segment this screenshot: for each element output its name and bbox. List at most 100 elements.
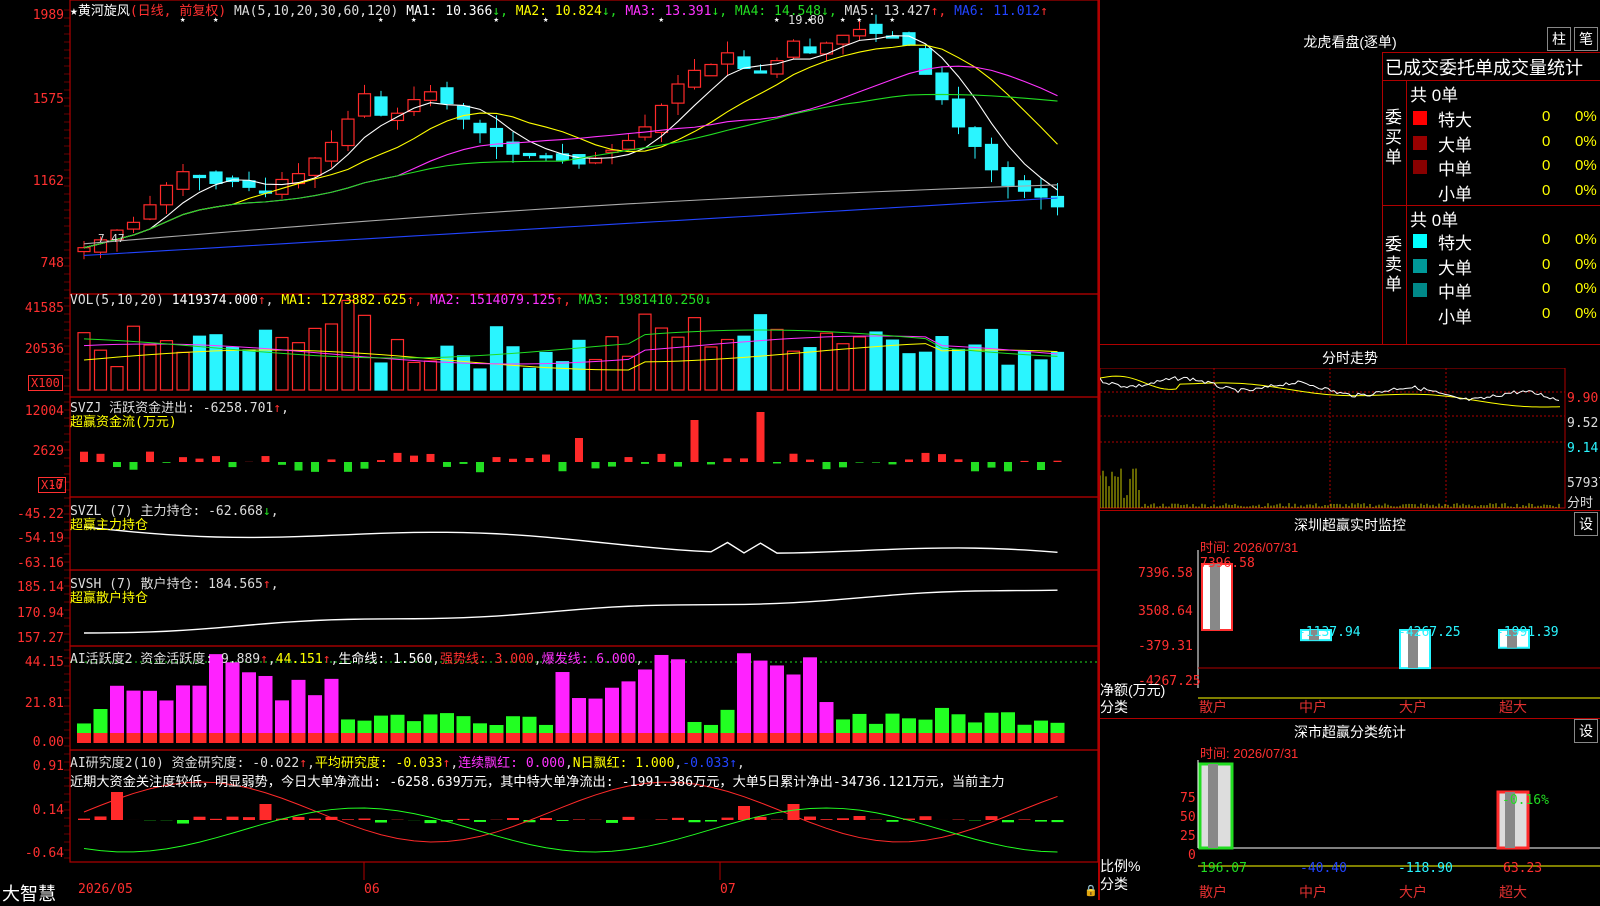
flow-bar [872, 462, 880, 463]
candle-body [672, 84, 684, 103]
activity-bar [638, 669, 652, 743]
candle-body [177, 172, 189, 190]
flow-bar [823, 462, 831, 469]
volume-bar [986, 329, 998, 390]
intraday-chart[interactable] [1100, 368, 1600, 510]
activity-base [457, 733, 471, 743]
research-bar [359, 818, 371, 820]
research-bar [573, 819, 585, 820]
research-bar [375, 820, 387, 823]
flow-bar [394, 453, 402, 462]
svzj-unit-badge[interactable]: X10 [38, 477, 66, 493]
legend-item: MA2: 1514079.125 [422, 293, 555, 308]
tick-view-button[interactable]: 笔 [1574, 27, 1598, 51]
research-bar [293, 817, 305, 820]
intraday-ytick-1: 9.90 [1567, 391, 1598, 406]
flow-bar [724, 458, 732, 462]
activity-base [440, 733, 454, 743]
research-bar [342, 819, 354, 820]
intraday-ytick-3: 9.14 [1567, 441, 1598, 456]
flow-bar [757, 412, 765, 462]
flow-bar [311, 462, 319, 472]
classify-value-1: -40.40 [1300, 861, 1347, 876]
candle-body [161, 185, 173, 205]
candle-body [144, 205, 156, 219]
order-count: 0 [1542, 133, 1550, 150]
buy-orders-label: 委买单 [1385, 108, 1405, 168]
flow-bar [476, 462, 484, 472]
order-size-label: 大单 [1438, 254, 1472, 279]
activity-base [193, 733, 207, 743]
research-bar [78, 819, 90, 820]
flow-bar [229, 462, 237, 467]
vol-legend: VOL(5,10,20) 1419374.000↑, MA1: 1273882.… [70, 293, 712, 308]
activity-base [358, 733, 372, 743]
candle-body [309, 158, 321, 175]
activity-base [688, 733, 702, 743]
classify-cat-3: 超大 [1499, 882, 1527, 902]
order-count: 0 [1542, 108, 1550, 125]
lock-icon[interactable]: 🔒 [1084, 884, 1098, 897]
volume-bar [177, 352, 189, 390]
candle-body [936, 73, 948, 100]
flow-bar [740, 458, 748, 462]
activity-base [869, 733, 883, 743]
legend-item: MA1: 1273882.625 [281, 293, 406, 308]
volume-bar [491, 327, 503, 390]
volume-bar [969, 345, 981, 390]
ai-research-ytick-1: 0.14 [0, 803, 64, 818]
ai-research-commentary: 近期大资金关注度较低，明显弱势，今日大单净流出: -6258.639万元，其中特… [70, 771, 1005, 790]
legend-item: MA1: 10.366 [406, 4, 492, 19]
classify-value-2: -118.90 [1398, 861, 1453, 876]
activity-base [242, 733, 256, 743]
classify-top-value: -0.16% [1502, 793, 1549, 808]
activity-base [935, 733, 949, 743]
period-label[interactable]: (日线, 前复权) [130, 4, 226, 19]
volume-bar [722, 340, 734, 390]
volume-bar [936, 337, 948, 390]
activity-bar [737, 653, 751, 743]
volume-bar [342, 300, 354, 390]
main-ytick-3: 748 [0, 256, 64, 271]
activity-base [1051, 733, 1065, 743]
ai-research-ytick-0: 0.91 [0, 759, 64, 774]
research-bar [920, 816, 932, 820]
order-percent: 0% [1575, 182, 1597, 199]
svsh-subtitle: 超赢散户持仓 [70, 587, 148, 606]
research-bar [887, 820, 899, 822]
research-bar [656, 819, 668, 820]
flow-bar [295, 462, 303, 471]
activity-base [275, 733, 289, 743]
candle-body [689, 70, 701, 87]
activity-base [539, 733, 553, 743]
volume-bar [524, 368, 536, 390]
candle-body [804, 47, 816, 53]
flow-bar [592, 462, 600, 468]
volume-bar [293, 343, 305, 390]
flow-bar [278, 462, 286, 465]
svsh-ytick-0: 185.14 [0, 580, 64, 595]
ai-research-ytick-2: -0.64 [0, 846, 64, 861]
candle-body [788, 41, 800, 57]
order-count: 0 [1542, 256, 1550, 273]
volume-bar [672, 337, 684, 390]
bar-view-button[interactable]: 柱 [1547, 27, 1571, 51]
research-bar [227, 817, 239, 820]
candle-body [326, 142, 338, 161]
activity-base [77, 733, 91, 743]
flow-bar [658, 454, 666, 462]
research-bar [1035, 820, 1047, 822]
candle-body [953, 99, 965, 127]
activity-base [523, 733, 537, 743]
research-bar [260, 804, 272, 820]
longhu-title: 龙虎看盘(逐单) [1110, 32, 1590, 52]
order-color-swatch [1413, 185, 1427, 199]
flow-bar [971, 462, 979, 471]
favorite-star-icon[interactable]: ★ [70, 4, 78, 19]
vol-unit-badge[interactable]: X100 [28, 375, 63, 391]
candle-body [359, 94, 371, 116]
activity-base [803, 733, 817, 743]
order-percent: 0% [1575, 256, 1597, 273]
activity-base [143, 733, 157, 743]
intraday-vol-unit: 分时 [1567, 492, 1593, 511]
